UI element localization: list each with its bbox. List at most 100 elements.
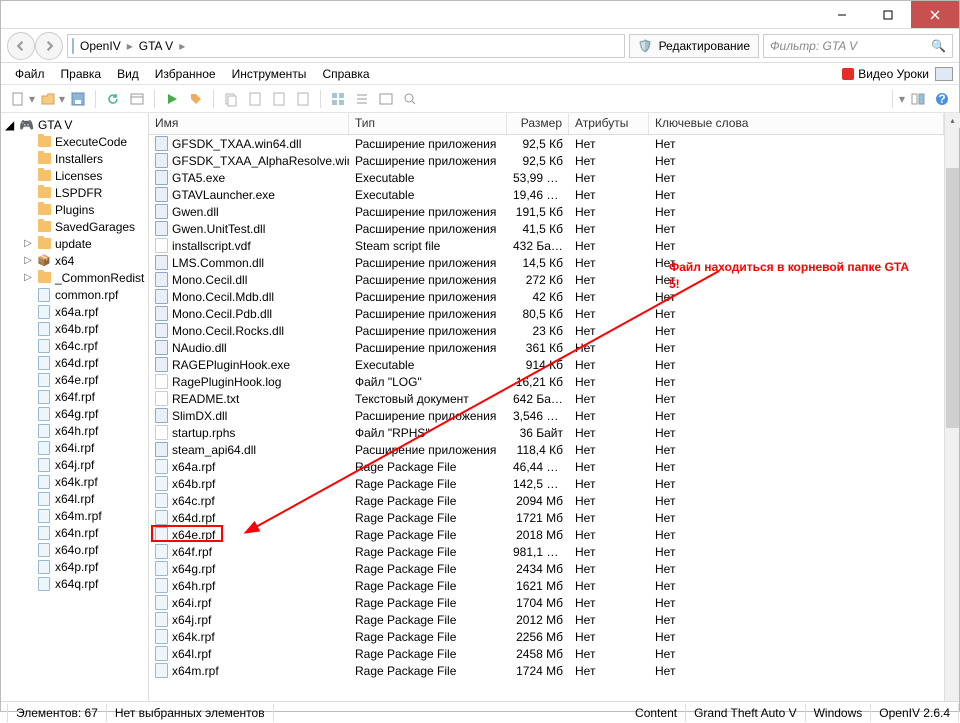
import-button[interactable] xyxy=(292,88,314,110)
file-row[interactable]: startup.rphsФайл "RPHS"36 БайтНетНет xyxy=(149,424,944,441)
file-row[interactable]: x64i.rpfRage Package File1704 МбНетНет xyxy=(149,594,944,611)
cut-button[interactable] xyxy=(268,88,290,110)
properties-button[interactable] xyxy=(126,88,148,110)
file-row[interactable]: x64d.rpfRage Package File1721 МбНетНет xyxy=(149,509,944,526)
tree-item[interactable]: x64e.rpf xyxy=(5,371,148,388)
find-button[interactable] xyxy=(399,88,421,110)
breadcrumb-root[interactable]: OpenIV xyxy=(76,39,125,53)
video-tutorials-link[interactable]: Видео Уроки xyxy=(842,67,929,81)
col-size[interactable]: Размер xyxy=(507,113,569,134)
file-row[interactable]: GTA5.exeExecutable53,99 МбНетНет xyxy=(149,169,944,186)
window-mode-button[interactable] xyxy=(935,67,953,81)
breadcrumb[interactable]: OpenIV ▸ GTA V ▸ xyxy=(67,34,625,58)
filter-input[interactable]: Фильтр: GTA V 🔍 xyxy=(763,34,953,58)
save-button[interactable] xyxy=(67,88,89,110)
menu-view[interactable]: Вид xyxy=(109,65,147,83)
tag-button[interactable] xyxy=(185,88,207,110)
nav-back-button[interactable] xyxy=(7,32,35,60)
col-type[interactable]: Тип xyxy=(349,113,507,134)
menu-help[interactable]: Справка xyxy=(314,65,377,83)
file-row[interactable]: SlimDX.dllРасширение приложения3,546 МбН… xyxy=(149,407,944,424)
tree-item[interactable]: ▷update xyxy=(5,235,148,252)
menu-file[interactable]: Файл xyxy=(7,65,53,83)
scroll-up-button[interactable]: ▴ xyxy=(945,113,960,128)
file-row[interactable]: Gwen.dllРасширение приложения191,5 КбНет… xyxy=(149,203,944,220)
menu-favorites[interactable]: Избранное xyxy=(147,65,224,83)
edit-mode-toggle[interactable]: 🛡️ Редактирование xyxy=(629,34,759,58)
tree-item[interactable]: x64f.rpf xyxy=(5,388,148,405)
file-row[interactable]: NAudio.dllРасширение приложения361 КбНет… xyxy=(149,339,944,356)
file-row[interactable]: x64c.rpfRage Package File2094 МбНетНет xyxy=(149,492,944,509)
tree-item[interactable]: x64l.rpf xyxy=(5,490,148,507)
expand-icon[interactable]: ▷ xyxy=(23,255,33,266)
expand-icon[interactable]: ▷ xyxy=(23,238,33,249)
help-button[interactable]: ? xyxy=(931,88,953,110)
tree-item[interactable]: common.rpf xyxy=(5,286,148,303)
col-key[interactable]: Ключевые слова xyxy=(649,113,944,134)
scroll-thumb[interactable] xyxy=(946,168,959,428)
tree-item[interactable]: ▷📦x64 xyxy=(5,252,148,269)
tree-item[interactable]: x64n.rpf xyxy=(5,524,148,541)
tree-item[interactable]: x64a.rpf xyxy=(5,303,148,320)
tree-item[interactable]: x64q.rpf xyxy=(5,575,148,592)
tree-item[interactable]: x64k.rpf xyxy=(5,473,148,490)
file-row[interactable]: x64b.rpfRage Package File142,5 МбНетНет xyxy=(149,475,944,492)
tree-item[interactable]: SavedGarages xyxy=(5,218,148,235)
tree-item[interactable]: x64b.rpf xyxy=(5,320,148,337)
file-row[interactable]: GFSDK_TXAA.win64.dllРасширение приложени… xyxy=(149,135,944,152)
list-body[interactable]: GFSDK_TXAA.win64.dllРасширение приложени… xyxy=(149,135,944,701)
file-row[interactable]: x64h.rpfRage Package File1621 МбНетНет xyxy=(149,577,944,594)
col-name[interactable]: Имя xyxy=(149,113,349,134)
file-row[interactable]: x64k.rpfRage Package File2256 МбНетНет xyxy=(149,628,944,645)
new-button[interactable] xyxy=(7,88,29,110)
file-row[interactable]: GTAVLauncher.exeExecutable19,46 МбНетНет xyxy=(149,186,944,203)
tree-item[interactable]: x64g.rpf xyxy=(5,405,148,422)
tree-item[interactable]: Licenses xyxy=(5,167,148,184)
refresh-button[interactable] xyxy=(102,88,124,110)
file-row[interactable]: Mono.Cecil.Rocks.dllРасширение приложени… xyxy=(149,322,944,339)
menu-tools[interactable]: Инструменты xyxy=(224,65,315,83)
view-button[interactable] xyxy=(375,88,397,110)
minimize-button[interactable] xyxy=(819,1,865,28)
tree-item[interactable]: x64m.rpf xyxy=(5,507,148,524)
tree-item[interactable]: Plugins xyxy=(5,201,148,218)
panel-toggle-button[interactable] xyxy=(907,88,929,110)
tree-item[interactable]: x64o.rpf xyxy=(5,541,148,558)
status-tab-game[interactable]: Grand Theft Auto V xyxy=(686,704,806,722)
tree-item[interactable]: x64p.rpf xyxy=(5,558,148,575)
paste-button[interactable] xyxy=(244,88,266,110)
col-attr[interactable]: Атрибуты xyxy=(569,113,649,134)
file-row[interactable]: x64f.rpfRage Package File981,1 МбНетНет xyxy=(149,543,944,560)
tree-root[interactable]: ◢ 🎮 GTA V xyxy=(5,117,148,133)
grid-button[interactable] xyxy=(327,88,349,110)
nav-forward-button[interactable] xyxy=(35,32,63,60)
file-row[interactable]: GFSDK_TXAA_AlphaResolve.win64.dllРасшире… xyxy=(149,152,944,169)
expand-icon[interactable]: ▷ xyxy=(23,272,33,283)
collapse-icon[interactable]: ◢ xyxy=(5,118,15,132)
tree-item[interactable]: Installers xyxy=(5,150,148,167)
file-row[interactable]: RagePluginHook.logФайл "LOG"16,21 КбНетН… xyxy=(149,373,944,390)
file-row[interactable]: x64j.rpfRage Package File2012 МбНетНет xyxy=(149,611,944,628)
file-row[interactable]: steam_api64.dllРасширение приложения118,… xyxy=(149,441,944,458)
file-row[interactable]: x64e.rpfRage Package File2018 МбНетНет xyxy=(149,526,944,543)
tree-item[interactable]: x64d.rpf xyxy=(5,354,148,371)
folder-tree[interactable]: ◢ 🎮 GTA V ExecuteCodeInstallersLicensesL… xyxy=(1,113,149,701)
file-row[interactable]: Gwen.UnitTest.dllРасширение приложения41… xyxy=(149,220,944,237)
tree-item[interactable]: x64h.rpf xyxy=(5,422,148,439)
menu-edit[interactable]: Правка xyxy=(53,65,110,83)
list-button[interactable] xyxy=(351,88,373,110)
file-row[interactable]: LMS.Common.dllРасширение приложения14,5 … xyxy=(149,254,944,271)
tree-item[interactable]: x64c.rpf xyxy=(5,337,148,354)
file-row[interactable]: x64g.rpfRage Package File2434 МбНетНет xyxy=(149,560,944,577)
open-button[interactable] xyxy=(37,88,59,110)
status-tab-version[interactable]: OpenIV 2.6.4 xyxy=(871,704,959,722)
tree-item[interactable]: x64j.rpf xyxy=(5,456,148,473)
tree-item[interactable]: ▷_CommonRedist xyxy=(5,269,148,286)
copy-button[interactable] xyxy=(220,88,242,110)
close-button[interactable] xyxy=(911,1,959,28)
file-row[interactable]: README.txtТекстовый документ642 БайтНетН… xyxy=(149,390,944,407)
scrollbar-vertical[interactable]: ▴ xyxy=(944,113,959,701)
tree-item[interactable]: x64i.rpf xyxy=(5,439,148,456)
run-button[interactable] xyxy=(161,88,183,110)
file-row[interactable]: Mono.Cecil.Mdb.dllРасширение приложения4… xyxy=(149,288,944,305)
